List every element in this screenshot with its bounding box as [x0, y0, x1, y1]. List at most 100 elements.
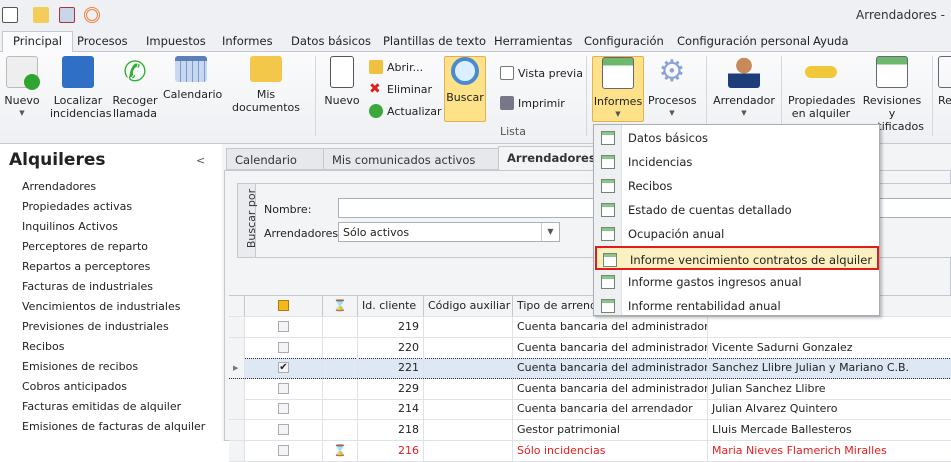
hourglass-icon: ⌛ [323, 440, 358, 461]
select-all-checkbox-icon[interactable] [278, 300, 289, 311]
tab-informes[interactable]: Informes [222, 34, 273, 48]
codigo-auxiliar [424, 378, 513, 399]
row-indicator[interactable] [229, 378, 245, 399]
actualizar-button[interactable]: Actualizar [369, 104, 442, 118]
landlord-person-icon [728, 56, 760, 88]
tab-principal[interactable]: Principal [2, 31, 74, 53]
tab-plantillas[interactable]: Plantillas de texto [383, 34, 486, 48]
row-indicator[interactable] [229, 317, 245, 337]
nombre [708, 317, 951, 337]
tab-configuracion[interactable]: Configuración [584, 34, 664, 48]
header-select-all[interactable] [245, 296, 323, 316]
row-checkbox[interactable]: ✔ [245, 358, 323, 379]
codigo-auxiliar [424, 358, 513, 379]
row-indicator[interactable] [229, 440, 245, 461]
calendario-button[interactable]: Calendario [163, 56, 222, 101]
vista-previa-button[interactable]: Vista previa [500, 66, 583, 80]
id-cliente: 214 [358, 399, 424, 420]
id-cliente: 219 [358, 317, 424, 337]
menu-item[interactable]: Datos básicos [595, 126, 879, 150]
menu-item[interactable]: Informe vencimiento contratos de alquile… [595, 246, 879, 270]
recoger-llamada-button[interactable]: ✆ Recoger llamada [112, 56, 158, 121]
separator [315, 56, 316, 136]
sidebar-item[interactable]: Arrendadores [22, 180, 96, 193]
sidebar-item[interactable]: Emisiones de facturas de alquiler [22, 420, 205, 433]
mis-documentos-button[interactable]: Mis documentos [226, 56, 306, 114]
abrir-button[interactable]: Abrir... [369, 60, 423, 74]
broadcast-icon[interactable] [84, 7, 100, 23]
localizar-incidencias-button[interactable]: Localizar incidencias [50, 56, 111, 120]
row-checkbox[interactable] [245, 399, 323, 420]
row-indicator[interactable] [229, 337, 245, 358]
nombre: Maria Nieves Flamerich Miralles [708, 441, 951, 461]
sidebar-item[interactable]: Facturas de industriales [22, 280, 153, 293]
sidebar-item[interactable]: Cobros anticipados [22, 380, 127, 393]
doc-tab-arrendadores[interactable]: Arrendadores [498, 146, 598, 171]
clipboard-icon[interactable] [59, 7, 75, 23]
arrendador-dropdown-button[interactable]: Arrendador ▼ [713, 56, 775, 120]
menu-item[interactable]: Estado de cuentas detallado [595, 198, 879, 222]
table-row[interactable]: 220 Cuenta bancaria del administrador Vi… [229, 337, 951, 359]
tipo-arrendador: Cuenta bancaria del administrador [513, 337, 708, 358]
header-hourglass-icon[interactable]: ⌛ [323, 296, 358, 316]
menu-item[interactable]: Informe rentabilidad anual [595, 294, 879, 318]
row-checkbox[interactable] [245, 317, 323, 337]
row-checkbox[interactable] [245, 378, 323, 399]
row-checkbox[interactable] [245, 337, 323, 358]
report-icon [601, 179, 615, 193]
arrendadores-select[interactable]: Sólo activos ▼ [338, 222, 560, 242]
table-row[interactable]: 218 Gestor patrimonial Lluis Mercade Bal… [229, 420, 951, 441]
menu-item[interactable]: Incidencias [595, 150, 879, 174]
tab-configuracion-personal[interactable]: Configuración personal [677, 34, 810, 48]
collapse-chevron-icon[interactable]: < [196, 154, 205, 167]
propiedades-alquiler-button[interactable]: Propiedades en alquiler [788, 56, 855, 120]
row-indicator[interactable] [229, 420, 245, 440]
sidebar-item[interactable]: Facturas emitidas de alquiler [22, 400, 181, 413]
chevron-down-icon[interactable]: ▼ [541, 223, 559, 241]
procesos-dropdown-button[interactable]: ⚙ Procesos ▼ [648, 56, 696, 120]
table-row[interactable]: 214 Cuenta bancaria del arrendador Julia… [229, 399, 951, 421]
sidebar-item[interactable]: Recibos [22, 340, 64, 353]
nuevo-dropdown-button[interactable]: Nuevo ▼ [4, 56, 40, 120]
tab-herramientas[interactable]: Herramientas [494, 34, 572, 48]
row-indicator[interactable] [229, 399, 245, 420]
menu-item[interactable]: Ocupación anual [595, 222, 879, 246]
re-button[interactable]: Re [938, 56, 951, 107]
row-checkbox[interactable] [245, 420, 323, 440]
menu-item[interactable]: Informe gastos ingresos anual [595, 270, 879, 294]
report-icon [601, 155, 615, 169]
app-icon[interactable] [2, 7, 18, 23]
row-indicator[interactable]: ▶ [229, 358, 245, 379]
sidebar-item[interactable]: Propiedades activas [22, 200, 132, 213]
mail-icon[interactable] [33, 7, 49, 23]
sidebar-item[interactable]: Repartos a perceptores [22, 260, 150, 273]
doc-tab-comunicados[interactable]: Mis comunicados activos [323, 148, 499, 170]
imprimir-button[interactable]: Imprimir [500, 96, 565, 110]
table-row[interactable]: 219 Cuenta bancaria del administrador [229, 317, 951, 338]
sidebar-item[interactable]: Previsiones de industriales [22, 320, 169, 333]
codigo-auxiliar [424, 420, 513, 440]
nuevo-button[interactable]: Nuevo [323, 56, 361, 107]
sidebar-item[interactable]: Vencimientos de industriales [22, 300, 180, 313]
sidebar-item[interactable]: Inquilinos Activos [22, 220, 118, 233]
open-folder-icon [369, 60, 383, 74]
row-checkbox[interactable] [245, 440, 323, 461]
header-id-cliente[interactable]: Id. cliente [358, 296, 424, 316]
sidebar-item[interactable]: Emisiones de recibos [22, 360, 138, 373]
revisiones-certificados-button[interactable]: Revisiones y certificados [858, 56, 926, 133]
menu-item[interactable]: Recibos [595, 174, 879, 198]
group-label-lista: Lista [500, 125, 526, 138]
tab-datos-basicos[interactable]: Datos básicos [291, 34, 371, 48]
tab-impuestos[interactable]: Impuestos [146, 34, 206, 48]
doc-tab-calendario[interactable]: Calendario [226, 148, 324, 170]
eliminar-button[interactable]: ✖ Eliminar [369, 82, 432, 96]
table-row[interactable]: ⌛ 216 Sólo incidencias Maria Nieves Flam… [229, 440, 951, 462]
informes-dropdown-button[interactable]: Informes ▼ [592, 56, 644, 122]
sidebar-item[interactable]: Perceptores de reparto [22, 240, 148, 253]
table-row[interactable]: 229 Cuenta bancaria del administrador Ju… [229, 378, 951, 400]
table-row[interactable]: ▶ ✔ 221 Cuenta bancaria del administrado… [229, 358, 951, 380]
tab-ayuda[interactable]: Ayuda [813, 34, 849, 48]
tab-procesos[interactable]: Procesos [77, 34, 128, 48]
buscar-button[interactable]: Buscar [444, 56, 486, 122]
header-codigo-auxiliar[interactable]: Código auxiliar [424, 296, 513, 316]
